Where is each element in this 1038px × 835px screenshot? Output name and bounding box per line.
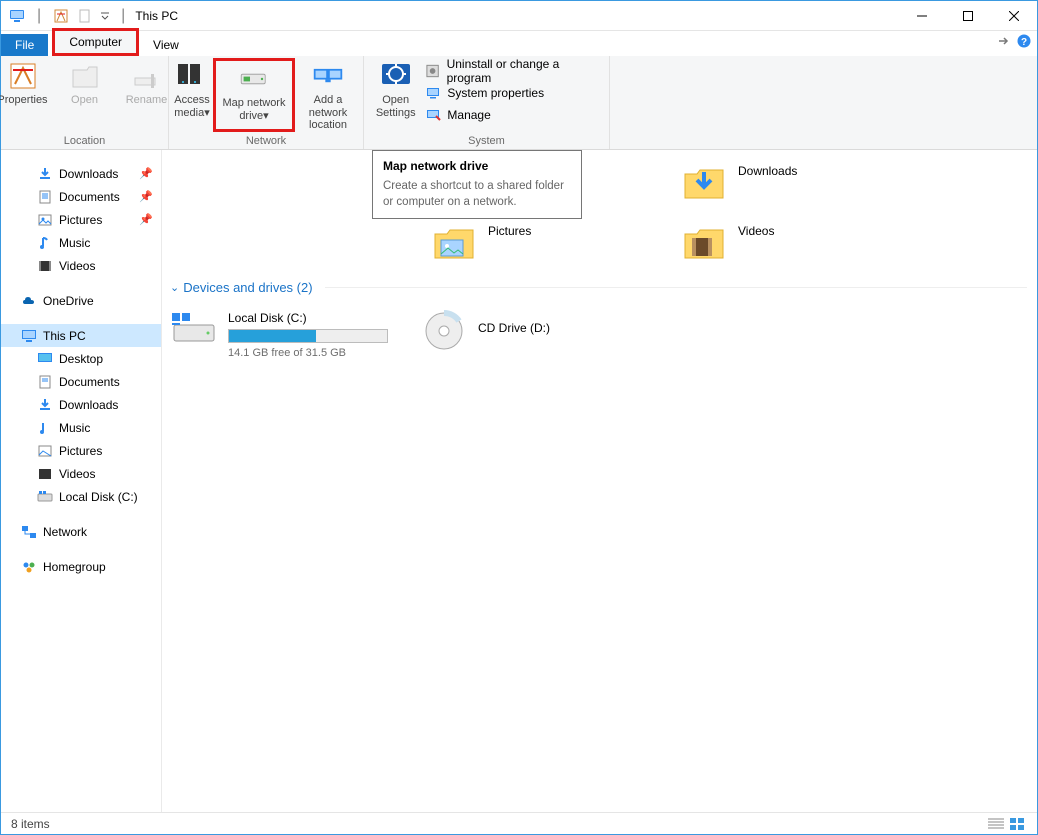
- open-settings-button[interactable]: Open Settings: [370, 58, 421, 119]
- details-view-icon[interactable]: [987, 817, 1005, 831]
- ribbon-tabs: File Computer View ?: [1, 31, 1037, 56]
- qat-properties-icon[interactable]: [51, 6, 71, 26]
- pin-icon: 📌: [139, 167, 153, 180]
- navigation-pane[interactable]: Downloads📌 Documents📌 Pictures📌 Music Vi…: [1, 150, 162, 812]
- folder-pictures[interactable]: Pictures: [430, 220, 680, 268]
- manage-button[interactable]: Manage: [421, 104, 603, 126]
- nav-quick-documents[interactable]: Documents📌: [1, 185, 161, 208]
- main-view[interactable]: Map network drive Create a shortcut to a…: [162, 150, 1037, 812]
- chevron-down-icon: ⌄: [170, 281, 179, 294]
- nav-onedrive[interactable]: OneDrive: [1, 289, 161, 312]
- tooltip-body: Create a shortcut to a shared folder or …: [383, 179, 571, 210]
- group-label-location: Location: [1, 135, 168, 147]
- nav-pc-music[interactable]: Music: [1, 416, 161, 439]
- folder-downloads[interactable]: Downloads: [680, 160, 930, 208]
- qat-new-icon[interactable]: [75, 6, 95, 26]
- pin-icon: 📌: [139, 213, 153, 226]
- window-controls: [899, 1, 1037, 31]
- open-button: Open: [54, 58, 116, 107]
- nav-pc-desktop[interactable]: Desktop: [1, 347, 161, 370]
- nav-network[interactable]: Network: [1, 520, 161, 543]
- ribbon: Properties Open Rename Location Access m…: [1, 56, 1037, 150]
- content-area: Downloads📌 Documents📌 Pictures📌 Music Vi…: [1, 150, 1037, 812]
- ribbon-group-location: Properties Open Rename Location: [1, 56, 169, 149]
- chevron-down-icon: ▾: [263, 110, 269, 122]
- system-properties-button[interactable]: System properties: [421, 82, 603, 104]
- status-item-count: 8 items: [11, 817, 50, 831]
- close-button[interactable]: [991, 1, 1037, 31]
- chevron-down-icon: ▾: [204, 107, 210, 119]
- tab-computer[interactable]: Computer: [52, 28, 139, 56]
- svg-text:?: ?: [1021, 37, 1027, 48]
- properties-button[interactable]: Properties: [0, 58, 54, 107]
- nav-pc-videos[interactable]: Videos: [1, 462, 161, 485]
- window-title: This PC: [135, 9, 178, 23]
- group-label-network: Network: [169, 135, 363, 147]
- folder-videos[interactable]: Videos: [680, 220, 930, 268]
- tooltip-title: Map network drive: [383, 159, 571, 173]
- nav-quick-music[interactable]: Music: [1, 231, 161, 254]
- tab-help-area: ?: [997, 34, 1031, 48]
- map-network-drive-button[interactable]: Map network drive▾: [213, 58, 295, 132]
- group-label-system: System: [364, 135, 609, 147]
- large-icons-view-icon[interactable]: [1009, 817, 1027, 831]
- maximize-button[interactable]: [945, 1, 991, 31]
- nav-pc-pictures[interactable]: Pictures: [1, 439, 161, 462]
- nav-pc-localc[interactable]: Local Disk (C:): [1, 485, 161, 508]
- pin-icon: 📌: [139, 190, 153, 203]
- titlebar: | | This PC: [1, 1, 1037, 31]
- tab-file[interactable]: File: [1, 34, 48, 56]
- minimize-ribbon-icon[interactable]: [997, 34, 1011, 48]
- separator: |: [37, 7, 41, 25]
- drive-cd-d[interactable]: CD Drive (D:): [420, 307, 670, 359]
- tooltip-map-network-drive: Map network drive Create a shortcut to a…: [372, 150, 582, 219]
- nav-quick-pictures[interactable]: Pictures📌: [1, 208, 161, 231]
- separator: |: [121, 7, 125, 25]
- nav-pc-documents[interactable]: Documents: [1, 370, 161, 393]
- status-bar: 8 items: [1, 812, 1037, 834]
- help-icon[interactable]: ?: [1017, 34, 1031, 48]
- drive-local-c[interactable]: Local Disk (C:) 14.1 GB free of 31.5 GB: [170, 307, 420, 359]
- access-media-button[interactable]: Access media▾: [171, 58, 213, 132]
- qat-dropdown-icon[interactable]: [99, 6, 111, 26]
- nav-this-pc[interactable]: This PC: [1, 324, 161, 347]
- devices-header[interactable]: ⌄ Devices and drives (2): [170, 274, 1027, 301]
- add-network-location-button[interactable]: Add a network location: [295, 58, 361, 132]
- drive-usage-bar: [228, 329, 388, 343]
- nav-homegroup[interactable]: Homegroup: [1, 555, 161, 578]
- minimize-button[interactable]: [899, 1, 945, 31]
- uninstall-program-button[interactable]: Uninstall or change a program: [421, 60, 603, 82]
- tab-view[interactable]: View: [139, 34, 193, 56]
- ribbon-group-network: Access media▾ Map network drive▾ Add a n…: [169, 56, 364, 149]
- quick-access-toolbar: | | This PC: [1, 6, 178, 26]
- nav-quick-downloads[interactable]: Downloads📌: [1, 162, 161, 185]
- nav-quick-videos[interactable]: Videos: [1, 254, 161, 277]
- ribbon-group-system: Open Settings Uninstall or change a prog…: [364, 56, 610, 149]
- qat-this-pc-icon[interactable]: [7, 6, 27, 26]
- nav-pc-downloads[interactable]: Downloads: [1, 393, 161, 416]
